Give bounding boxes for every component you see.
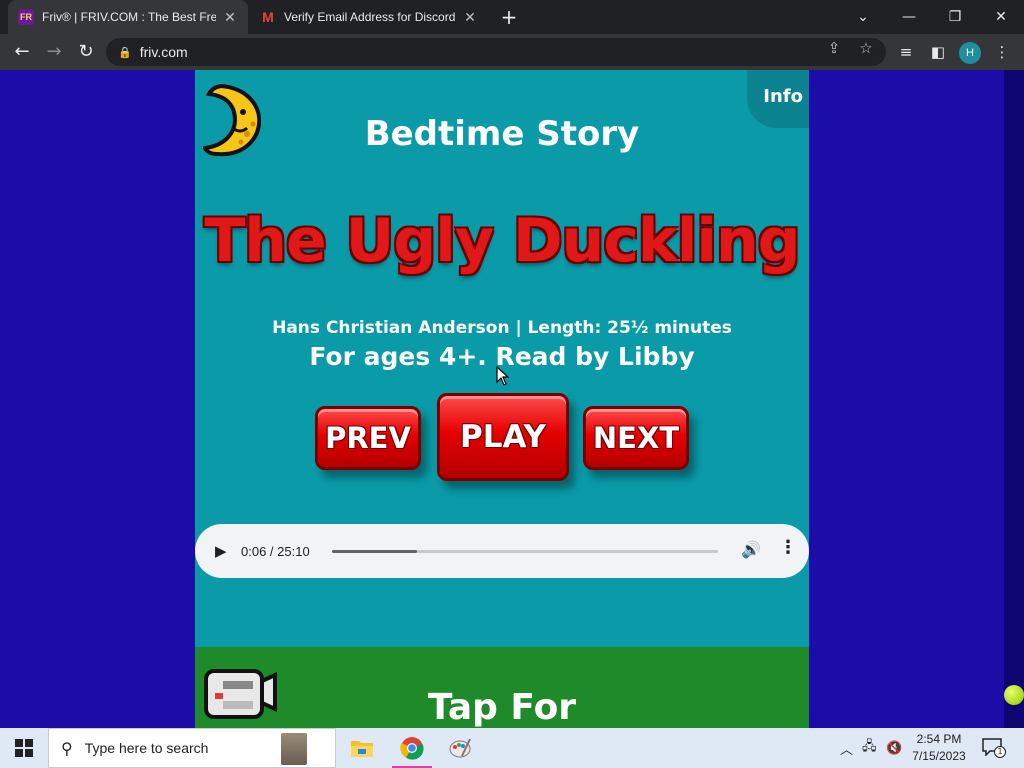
volume-icon[interactable]: 🔊 <box>741 540 761 559</box>
minimize-button[interactable]: — <box>886 0 932 34</box>
close-tab-icon[interactable]: ✕ <box>462 9 478 26</box>
share-icon[interactable]: ⇪ <box>824 38 844 58</box>
tennis-ball-icon[interactable] <box>1004 685 1024 705</box>
notification-count: 1 <box>994 746 1006 758</box>
chrome-button[interactable] <box>388 728 436 768</box>
taskbar-search-box[interactable]: ⚲ Type here to search <box>48 728 336 768</box>
audio-progress-fill <box>332 550 417 553</box>
story-title: The Ugly Duckling <box>204 206 800 276</box>
windows-taskbar: ⚲ Type here to search ︿ 🖧 🔇 2:54 PM 7/15… <box>0 728 1024 768</box>
tab-title: Verify Email Address for Discord <box>284 10 456 24</box>
new-tab-button[interactable]: + <box>498 6 520 28</box>
paint-palette-icon <box>449 738 471 758</box>
friv-favicon-icon: FR <box>18 9 34 25</box>
audio-player: ▶ 0:06 / 25:10 🔊 ⋮ <box>195 524 809 578</box>
chrome-icon <box>400 737 424 760</box>
show-hidden-icons-chevron-icon[interactable]: ︿ <box>840 728 853 768</box>
taskbar-clock[interactable]: 2:54 PM 7/15/2023 <box>905 731 973 765</box>
forward-button[interactable]: → <box>42 40 66 64</box>
tab-search-chevron-icon[interactable]: ⌄ <box>840 0 886 34</box>
browser-toolbar: ← → ↻ 🔒 friv.com ⇪ ☆ ≡ ◧ H ⋮ <box>0 34 1024 70</box>
story-meta: Hans Christian Anderson | Length: 25½ mi… <box>272 318 732 338</box>
notifications-icon[interactable]: 1 <box>982 738 1006 758</box>
paint-button[interactable] <box>436 728 484 768</box>
page-scrollbar-area <box>1004 70 1024 728</box>
bookmark-star-icon[interactable]: ☆ <box>856 38 876 58</box>
audio-time: 0:06 / 25:10 <box>241 543 310 559</box>
profile-avatar[interactable]: H <box>959 42 981 64</box>
page-viewport: Info Bedtime Story The Ugly Duckling Han… <box>0 70 1024 728</box>
restore-button[interactable]: ❐ <box>932 0 978 34</box>
audio-progress-bar[interactable] <box>332 550 718 553</box>
reload-button[interactable]: ↻ <box>74 40 98 64</box>
search-highlight-image <box>281 733 307 765</box>
tap-for-heading: Tap For <box>427 687 577 728</box>
prev-button[interactable]: PREV <box>315 406 421 470</box>
search-icon: ⚲ <box>61 738 73 758</box>
bedtime-story-panel: Info Bedtime Story The Ugly Duckling Han… <box>195 70 809 647</box>
file-explorer-button[interactable] <box>338 728 386 768</box>
close-tab-icon[interactable]: ✕ <box>222 9 238 26</box>
close-window-button[interactable]: ✕ <box>978 0 1024 34</box>
clock-date: 7/15/2023 <box>912 749 966 763</box>
url-text: friv.com <box>139 44 188 60</box>
folder-icon <box>351 741 373 757</box>
play-button[interactable]: PLAY <box>437 393 569 481</box>
menu-kebab-icon[interactable]: ⋮ <box>992 42 1012 62</box>
mouse-cursor-icon <box>496 366 510 386</box>
next-section-panel: Tap For <box>195 647 809 728</box>
gmail-favicon-icon: M <box>262 9 274 25</box>
clock-time: 2:54 PM <box>916 732 962 746</box>
side-panel-icon[interactable]: ◧ <box>928 42 948 62</box>
tab-discord-verify[interactable]: M Verify Email Address for Discord ✕ <box>250 0 488 34</box>
play-icon[interactable]: ▶ <box>215 542 229 560</box>
lock-icon: 🔒 <box>118 45 132 59</box>
page-heading: Bedtime Story <box>364 114 640 154</box>
browser-tab-bar: FR Friv® | FRIV.COM : The Best Free ✕ M … <box>0 0 1024 34</box>
back-button[interactable]: ← <box>10 40 34 64</box>
tab-friv[interactable]: FR Friv® | FRIV.COM : The Best Free ✕ <box>8 0 248 34</box>
next-button[interactable]: NEXT <box>583 406 689 470</box>
volume-muted-icon[interactable]: 🔇 <box>886 728 902 768</box>
network-icon[interactable]: 🖧 <box>862 728 877 768</box>
windows-logo-icon <box>15 739 33 757</box>
start-button[interactable] <box>0 728 48 768</box>
tab-title: Friv® | FRIV.COM : The Best Free <box>42 10 216 24</box>
address-bar[interactable]: 🔒 friv.com <box>106 38 886 66</box>
media-queue-icon[interactable]: ≡ <box>896 42 916 62</box>
search-placeholder: Type here to search <box>84 740 209 756</box>
more-options-icon[interactable]: ⋮ <box>779 537 797 558</box>
